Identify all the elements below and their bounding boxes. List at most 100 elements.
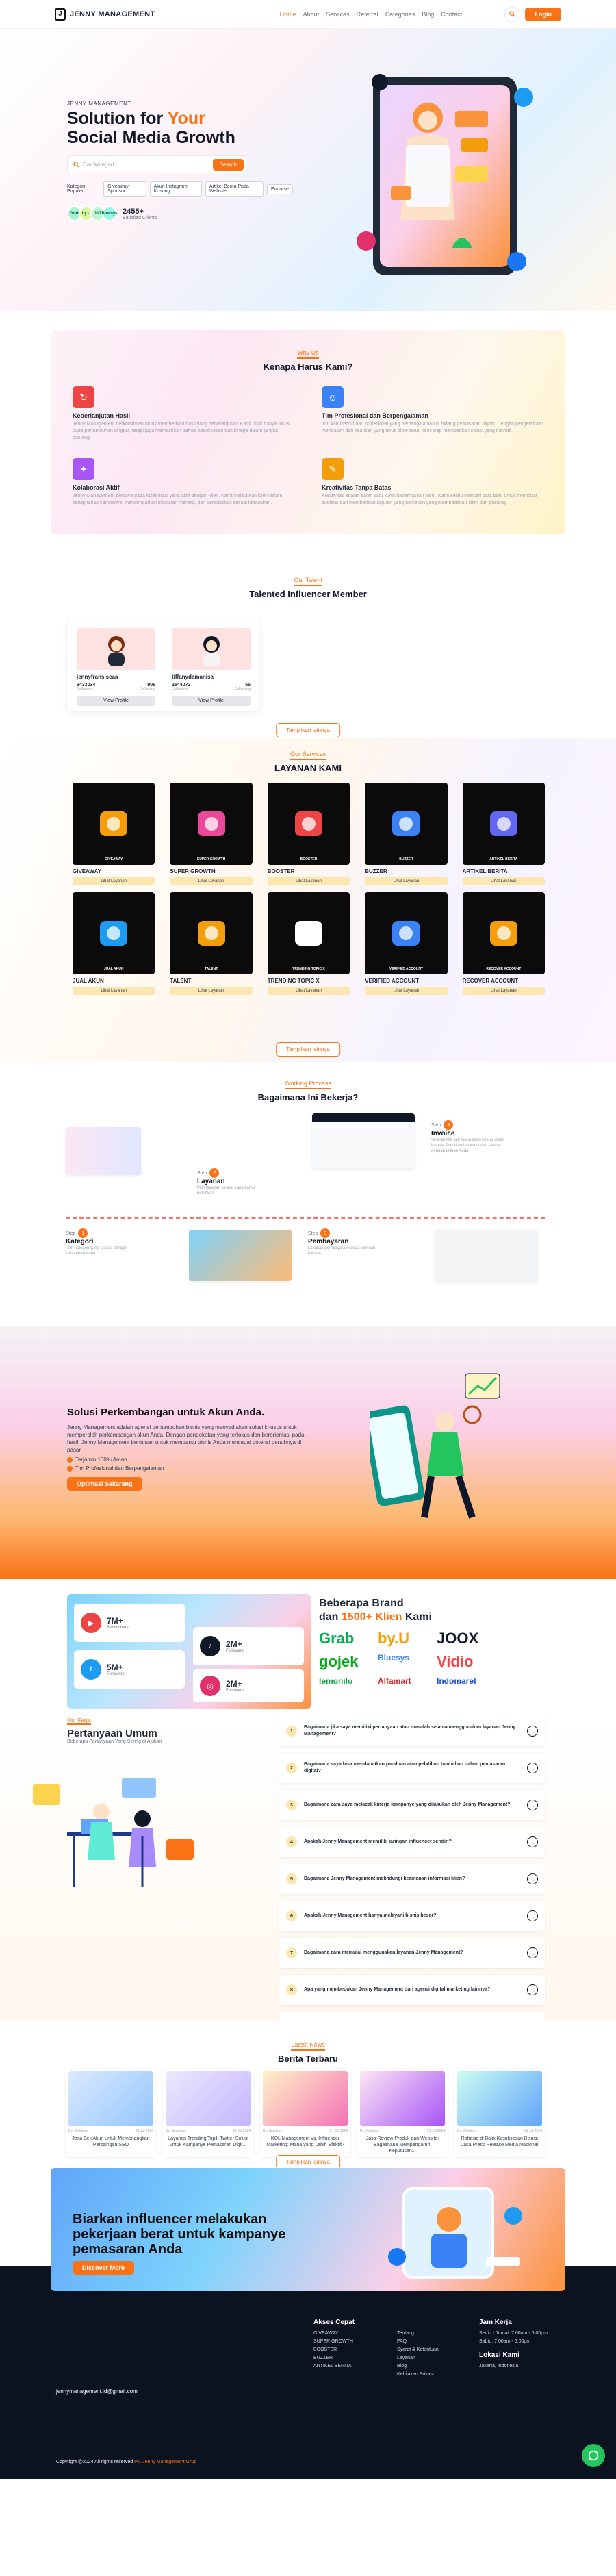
- view-profile-button[interactable]: View Profile: [172, 696, 251, 706]
- show-more-services-button[interactable]: Tampilkan lainnya: [276, 1042, 340, 1057]
- nav-link-blog[interactable]: Blog: [422, 11, 434, 18]
- arrow-right-icon[interactable]: →: [527, 1947, 538, 1958]
- service-card[interactable]: BOOSTER BOOSTER Lihat Layanan: [267, 783, 350, 885]
- category-chip[interactable]: Endorse: [266, 184, 293, 194]
- service-card[interactable]: SUPER GROWTH SUPER GROWTH Lihat Layanan: [170, 783, 253, 885]
- hero-section: JENNY MANAGEMENT Solution for Your Social…: [0, 29, 616, 311]
- faq-item[interactable]: 3 Bagaimana cara saya melacak kinerja ka…: [279, 1790, 545, 1820]
- service-card[interactable]: JUAL AKUN JUAL AKUN Lihat Layanan: [73, 892, 155, 995]
- footer-link[interactable]: Kebijakan Privasi: [397, 2371, 439, 2379]
- faq-item[interactable]: 7 Bagaimana cara memulai menggunakan lay…: [279, 1938, 545, 1968]
- nav-link-contact[interactable]: Contact: [441, 11, 462, 18]
- footer-link[interactable]: Syarat & Ketentuan: [397, 2346, 439, 2354]
- hero-eyebrow: JENNY MANAGEMENT: [67, 101, 131, 107]
- service-card[interactable]: TALENT TALENT Lihat Layanan: [170, 892, 253, 995]
- footer-link[interactable]: Tentang: [397, 2329, 439, 2338]
- stat-label: Followers: [226, 1689, 244, 1693]
- nav-link-home[interactable]: Home: [280, 11, 296, 18]
- category-chip[interactable]: Giveaway Sponsor: [103, 181, 146, 197]
- footer-link[interactable]: Blog: [397, 2362, 439, 2371]
- faq-item[interactable]: 1 Bagaimana jika saya memiliki pertanyaa…: [279, 1716, 545, 1746]
- view-service-button[interactable]: Lihat Layanan: [462, 987, 545, 995]
- news-card[interactable]: By, Jenidevs 21 Jul 2024 KOL Management v…: [260, 2069, 350, 2157]
- footer-link[interactable]: BUZZER: [313, 2354, 355, 2362]
- faq-item[interactable]: 2 Bagaimana saya bisa mendapatkan pandua…: [279, 1753, 545, 1783]
- footer-link[interactable]: SUPER GROWTH: [313, 2338, 355, 2346]
- faq-number: 1: [286, 1726, 297, 1737]
- news-thumbnail: [166, 2071, 251, 2126]
- step-number: 2: [209, 1168, 220, 1178]
- cta-section: Biarkan influencer melakukan pekerjaan b…: [0, 2168, 616, 2308]
- footer-col-title: Akses Cepat: [313, 2319, 355, 2326]
- service-card[interactable]: VERIFIED ACCOUNT VERIFIED ACCOUNT Lihat …: [365, 892, 448, 995]
- brand-logo[interactable]: J JENNY MANAGEMENT: [55, 8, 155, 21]
- search-button[interactable]: Search: [212, 158, 244, 171]
- faq-item[interactable]: 8 Apa yang membedakan Jenny Management d…: [279, 1975, 545, 2005]
- category-search-input[interactable]: Cari kategori: [79, 162, 213, 168]
- arrow-right-icon[interactable]: →: [527, 1873, 538, 1884]
- faq-item[interactable]: 6 Apakah Jenny Management hanya melayani…: [279, 1901, 545, 1931]
- arrow-right-icon[interactable]: →: [527, 1726, 538, 1737]
- view-service-button[interactable]: Lihat Layanan: [267, 877, 350, 885]
- view-service-button[interactable]: Lihat Layanan: [365, 877, 448, 885]
- show-more-talent-button[interactable]: Tampilkan lainnya: [276, 723, 340, 737]
- faq-item[interactable]: 5 Bagaimana Jenny Management melindungi …: [279, 1864, 545, 1894]
- faq-item[interactable]: 9 Apa itu Jenny Management? →: [279, 2012, 545, 2021]
- arrow-right-icon[interactable]: →: [527, 1984, 538, 1995]
- view-service-button[interactable]: Lihat Layanan: [462, 877, 545, 885]
- service-card[interactable]: BUZZER BUZZER Lihat Layanan: [365, 783, 448, 885]
- view-profile-button[interactable]: View Profile: [77, 696, 155, 706]
- step-desc: Pilih kategori yang sesuai dengan kebutu…: [66, 1246, 127, 1256]
- faq-illustration: [33, 1778, 194, 1887]
- footer-link[interactable]: GIVEAWAY: [313, 2329, 355, 2338]
- news-card[interactable]: By, Jenidevs 21 Jul 2024 Jasa Beli Akun u…: [66, 2069, 156, 2157]
- cta-title: Biarkan influencer melakukan pekerjaan b…: [73, 2212, 286, 2257]
- footer-email[interactable]: jennymanagement.id@gmail.com: [56, 2388, 138, 2395]
- why-item: ✎ Kreativitas Tanpa Batas Kreativitas ad…: [322, 458, 545, 507]
- category-chip[interactable]: Akun Instagram Kosong: [149, 181, 202, 197]
- view-service-button[interactable]: Lihat Layanan: [267, 987, 350, 995]
- service-card[interactable]: RECOVER ACCOUNT RECOVER ACCOUNT Lihat La…: [462, 892, 545, 995]
- view-service-button[interactable]: Lihat Layanan: [170, 987, 253, 995]
- view-service-button[interactable]: Lihat Layanan: [365, 987, 448, 995]
- show-more-news-button[interactable]: Tampilkan lainnya: [276, 2155, 340, 2168]
- nav-search-button[interactable]: [504, 6, 520, 22]
- news-card[interactable]: By, Jenidevs 21 Jul 2024 Jasa Review Prod…: [357, 2069, 448, 2157]
- view-service-button[interactable]: Lihat Layanan: [73, 987, 155, 995]
- service-card[interactable]: ARTIKEL BERITA ARTIKEL BERITA Lihat Laya…: [462, 783, 545, 885]
- influencer-card[interactable]: jennyfransiscaa 3433034 909 Followers Foll…: [73, 624, 159, 706]
- nav-link-referral[interactable]: Referral: [357, 11, 378, 18]
- service-caption: TALENT: [204, 967, 218, 971]
- footer-link[interactable]: FAQ: [397, 2338, 439, 2346]
- service-card[interactable]: GIVEAWAY GIVEAWAY Lihat Layanan: [73, 783, 155, 885]
- service-card[interactable]: TRENDING TOPIC X TRENDING TOPIC X Lihat …: [267, 892, 350, 995]
- faq-number: 7: [286, 1947, 297, 1958]
- footer-link[interactable]: ARTIKEL BERITA: [313, 2362, 355, 2371]
- optimize-now-button[interactable]: Optimasi Sekarang: [67, 1477, 142, 1491]
- arrow-right-icon[interactable]: →: [527, 1800, 538, 1810]
- arrow-right-icon[interactable]: →: [527, 1836, 538, 1847]
- arrow-right-icon[interactable]: →: [527, 1763, 538, 1773]
- news-section: Latest News Berita Terbaru By, Jenidevs 2…: [0, 2021, 616, 2168]
- news-card[interactable]: By, Jenidevs 21 Jul 2024 Layanan Trending…: [163, 2069, 253, 2157]
- view-service-button[interactable]: Lihat Layanan: [170, 877, 253, 885]
- nav-link-about[interactable]: About: [303, 11, 320, 18]
- footer: jennymanagement.id@gmail.com Akses Cepat…: [0, 2308, 616, 2479]
- login-button[interactable]: Login: [525, 7, 561, 21]
- whatsapp-button[interactable]: [582, 2444, 605, 2467]
- discover-more-button[interactable]: Discover More: [73, 2261, 135, 2275]
- service-name: ARTIKEL BERITA: [462, 868, 508, 874]
- news-card[interactable]: By, Jenidevs 21 Jul 2024 Rahasia di Balik…: [454, 2069, 545, 2157]
- faq-item[interactable]: 4 Apakah Jenny Management memiliki jarin…: [279, 1827, 545, 1857]
- arrow-right-icon[interactable]: →: [527, 1910, 538, 1921]
- view-service-button[interactable]: Lihat Layanan: [73, 877, 155, 885]
- category-chip[interactable]: Artikel Berita Pada Website: [205, 181, 264, 197]
- footer-link[interactable]: Layanan: [397, 2354, 439, 2362]
- nav-link-services[interactable]: Services: [326, 11, 350, 18]
- influencer-card[interactable]: tiffanydamanisa 2544072 55 Followers Follo…: [168, 624, 255, 706]
- faq-question: Bagaimana cara memulai menggunakan layan…: [304, 1950, 463, 1955]
- step-label: Step: [431, 1122, 441, 1128]
- nav-link-categories[interactable]: Categories: [385, 11, 415, 18]
- footer-link[interactable]: BOOSTER: [313, 2346, 355, 2354]
- news-date: 21 Jul 2024: [524, 2129, 542, 2133]
